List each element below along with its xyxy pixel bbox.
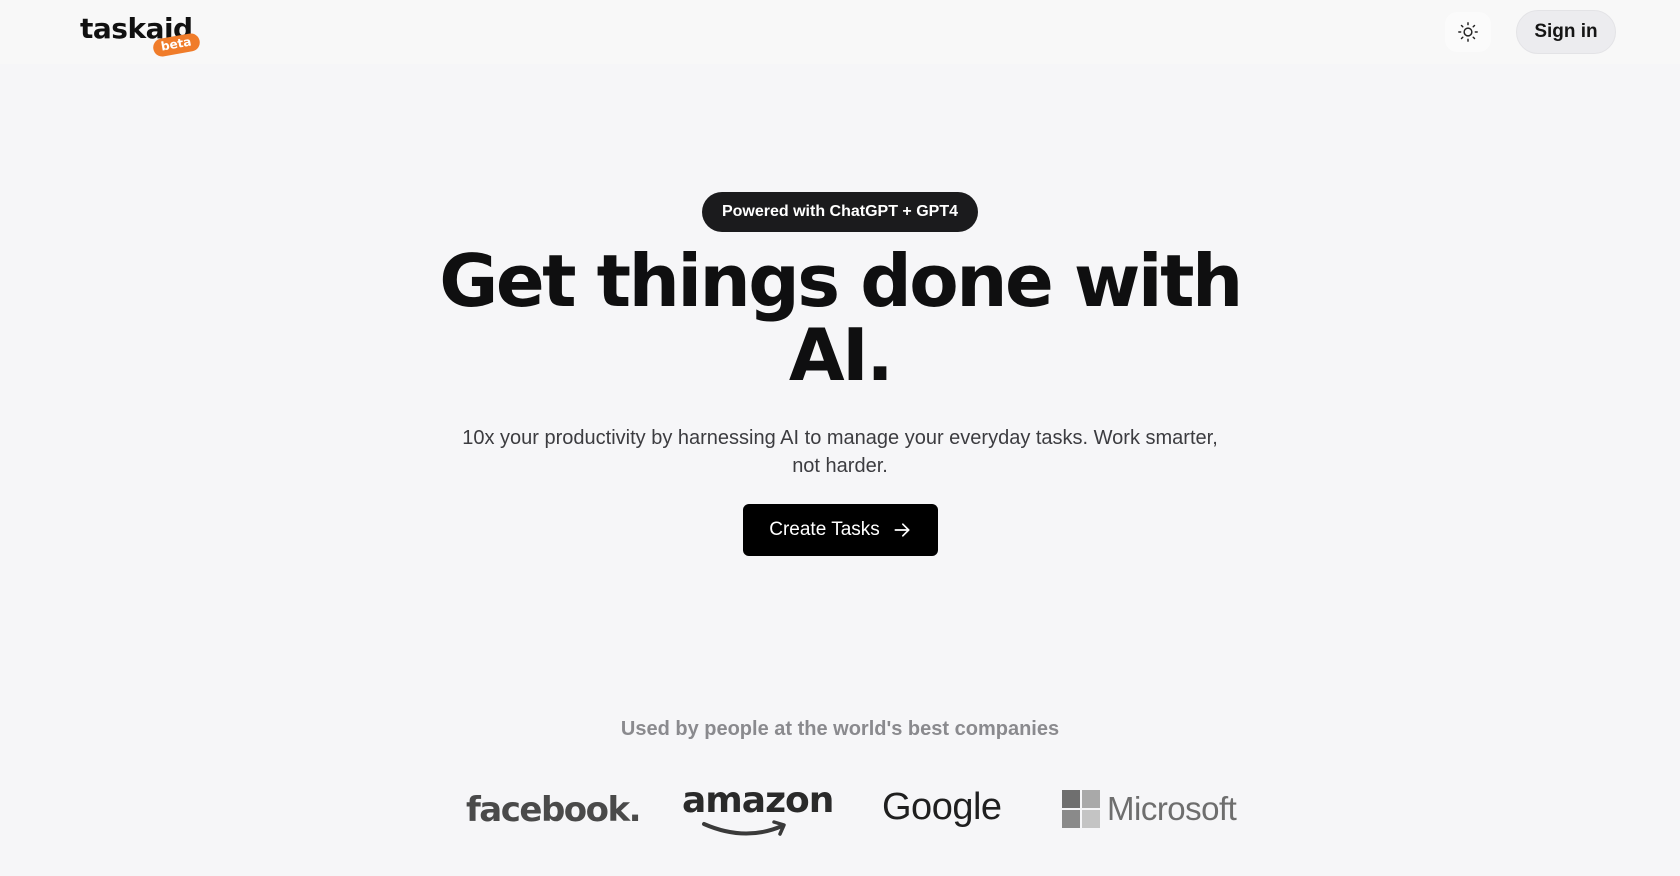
create-tasks-label: Create Tasks xyxy=(769,519,880,540)
amazon-smile-icon xyxy=(702,820,786,836)
arrow-right-icon xyxy=(894,523,910,537)
hero-subtext: 10x your productivity by harnessing AI t… xyxy=(462,427,1218,477)
microsoft-squares-icon xyxy=(1062,790,1100,828)
headline-line-1: Get things done with xyxy=(439,239,1243,323)
taskaid-logo[interactable]: taskaid beta xyxy=(80,12,201,58)
sign-in-button[interactable]: Sign in xyxy=(1516,10,1616,54)
facebook-logo: facebook. xyxy=(466,790,642,830)
headline-line-2: AI. xyxy=(788,313,894,397)
companies-heading: Used by people at the world's best compa… xyxy=(620,718,1060,740)
theme-toggle-button[interactable] xyxy=(1445,12,1491,52)
create-tasks-button[interactable]: Create Tasks xyxy=(743,504,938,556)
hero-headline: Get things done with AI. xyxy=(340,244,1340,392)
powered-by-pill: Powered with ChatGPT + GPT4 xyxy=(702,192,978,232)
amazon-logo: amazon xyxy=(682,780,834,821)
sun-icon xyxy=(1458,22,1478,42)
microsoft-logo: Microsoft xyxy=(1107,790,1237,827)
company-logos: facebook. amazon Google Microsoft xyxy=(0,780,1680,840)
top-navbar: taskaid beta Sign in xyxy=(0,0,1680,64)
google-logo: Google xyxy=(882,786,1002,828)
